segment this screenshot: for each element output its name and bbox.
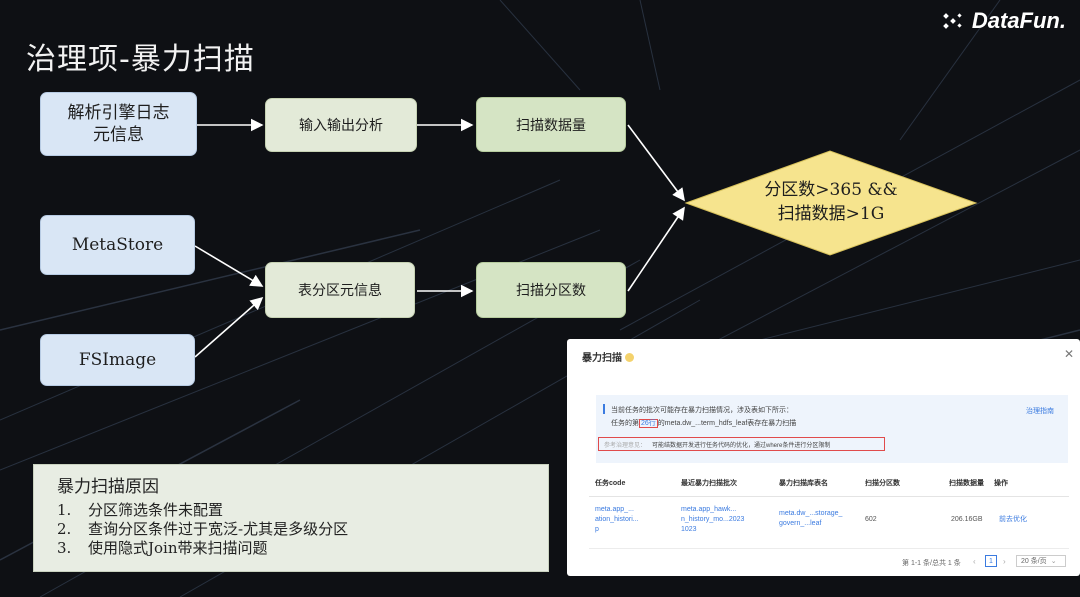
condition-line1: 分区数>365 &&	[764, 180, 898, 200]
reasons-item-text: 查询分区条件过于宽泛-尤其是多级分区	[88, 520, 349, 538]
alert-line2-suffix: 的meta.dw_...term_hdfs_leaf表存在暴力扫描	[657, 420, 797, 427]
task-code-line: p	[595, 526, 599, 533]
governance-guide-link[interactable]: 治理指南	[1026, 406, 1054, 416]
node-scan-data-volume: 扫描数据量	[476, 97, 626, 152]
node-fsimage: FSImage	[40, 334, 195, 386]
alert-reference: 参考治理意见： 可能结数据开发进行任务代码的优化，通过where条件进行分区限制	[598, 437, 885, 451]
reasons-box: 暴力扫描原因 1. 分区筛选条件未配置 2. 查询分区条件过于宽泛-尤其是多级分…	[33, 464, 549, 572]
node-metastore: MetaStore	[40, 215, 195, 275]
datafun-logo: DataFun.	[942, 8, 1066, 34]
partitions-cell: 602	[865, 516, 877, 523]
dialog-title: 暴力扫描	[582, 349, 634, 364]
table-row-divider	[589, 548, 1069, 549]
reasons-item-number: 2.	[57, 520, 72, 538]
table-name-cell[interactable]: meta.dw_...storage_ govern_...leaf	[779, 509, 842, 529]
node-table-partition-meta: 表分区元信息	[265, 262, 415, 318]
batch-line: 1023	[681, 526, 697, 533]
node-io-analysis: 输入输出分析	[265, 98, 417, 152]
node-scan-data-volume-label: 扫描数据量	[516, 117, 586, 134]
condition-line2: 扫描数据>1G	[777, 204, 885, 224]
alert-ref-text: 可能结数据开发进行任务代码的优化，通过where条件进行分区限制	[652, 442, 831, 449]
brute-scan-dialog: 暴力扫描 ✕ 当前任务的批次可能存在暴力扫描情况，涉及表如下所示： 任务的第 26…	[567, 339, 1080, 576]
col-header-action: 操作	[994, 480, 1008, 487]
col-header-batch: 最近暴力扫描批次	[681, 480, 737, 487]
batch-line: n_history_mo...2023	[681, 516, 745, 523]
page-size-value: 20 条/页	[1021, 558, 1047, 565]
logo-text: DataFun.	[971, 8, 1066, 33]
pagination-page-button[interactable]: 1	[985, 555, 997, 567]
pagination-summary: 第 1-1 条/总共 1 条	[902, 560, 961, 567]
reasons-title: 暴力扫描原因	[57, 477, 159, 497]
node-metastore-label: MetaStore	[71, 235, 164, 255]
node-parse-engine-log-line2: 元信息	[93, 125, 144, 145]
table-header-divider	[589, 496, 1069, 497]
task-code-line: meta.app_...	[595, 506, 634, 513]
col-header-task-code: 任务code	[595, 480, 626, 487]
reasons-item-text: 分区筛选条件未配置	[88, 501, 224, 519]
dialog-title-text: 暴力扫描	[582, 353, 622, 364]
col-header-partitions: 扫描分区数	[865, 480, 900, 487]
reasons-item-text: 使用隐式Join带来扫描问题	[88, 539, 268, 557]
datafun-logo-mark-icon	[943, 13, 962, 29]
alert-line-count: 26行	[639, 419, 658, 428]
node-scan-partition-count: 扫描分区数	[476, 262, 626, 318]
condition-diamond-text: 分区数>365 && 扫描数据>1G	[726, 178, 936, 226]
data-volume-cell: 206.16GB	[951, 516, 983, 523]
node-parse-engine-log-line1: 解析引擎日志	[67, 103, 170, 123]
node-scan-partition-count-label: 扫描分区数	[516, 283, 586, 299]
node-fsimage-label: FSImage	[78, 350, 157, 370]
alert-line2-prefix: 任务的第	[611, 420, 639, 427]
slide-title: 治理项-暴力扫描	[26, 42, 255, 77]
page-size-select[interactable]: 20 条/页 ⌄	[1016, 555, 1066, 567]
alert-ref-label: 参考治理意见：	[604, 442, 647, 449]
node-io-analysis-label: 输入输出分析	[299, 118, 383, 134]
batch-cell[interactable]: meta.app_hawk... n_history_mo...2023 102…	[681, 505, 744, 535]
table-name-line: govern_...leaf	[779, 520, 822, 527]
table-name-line: meta.dw_...storage_	[779, 510, 843, 517]
node-parse-engine-log: 解析引擎日志 元信息	[40, 92, 197, 156]
reasons-item-number: 1.	[57, 501, 72, 519]
warning-icon	[625, 353, 634, 362]
close-icon[interactable]: ✕	[1064, 347, 1074, 361]
info-icon	[603, 404, 605, 414]
alert-box: 当前任务的批次可能存在暴力扫描情况，涉及表如下所示： 任务的第 26行 的meta.…	[596, 395, 1068, 463]
reasons-item: 3. 使用隐式Join带来扫描问题	[57, 539, 548, 558]
col-header-data-volume: 扫描数据量	[949, 480, 984, 487]
alert-line2: 任务的第 26行 的meta.dw_...term_hdfs_leaf表存在暴力扫描	[611, 418, 796, 428]
reasons-item-number: 3.	[57, 539, 72, 557]
node-table-partition-meta-label: 表分区元信息	[298, 283, 382, 299]
reasons-item: 2. 查询分区条件过于宽泛-尤其是多级分区	[57, 520, 548, 539]
task-code-line: ation_histori...	[595, 516, 639, 523]
task-code-cell[interactable]: meta.app_... ation_histori... p	[595, 505, 639, 535]
next-page-icon[interactable]: ›	[1003, 557, 1006, 566]
alert-line1: 当前任务的批次可能存在暴力扫描情况，涉及表如下所示：	[611, 407, 793, 414]
batch-line: meta.app_hawk...	[681, 506, 737, 513]
prev-page-icon[interactable]: ‹	[973, 557, 976, 566]
chevron-down-icon: ⌄	[1050, 558, 1057, 565]
optimize-link[interactable]: 前去优化	[999, 515, 1027, 525]
reasons-item: 1. 分区筛选条件未配置	[57, 501, 548, 520]
col-header-table-name: 暴力扫描库表名	[779, 480, 828, 487]
